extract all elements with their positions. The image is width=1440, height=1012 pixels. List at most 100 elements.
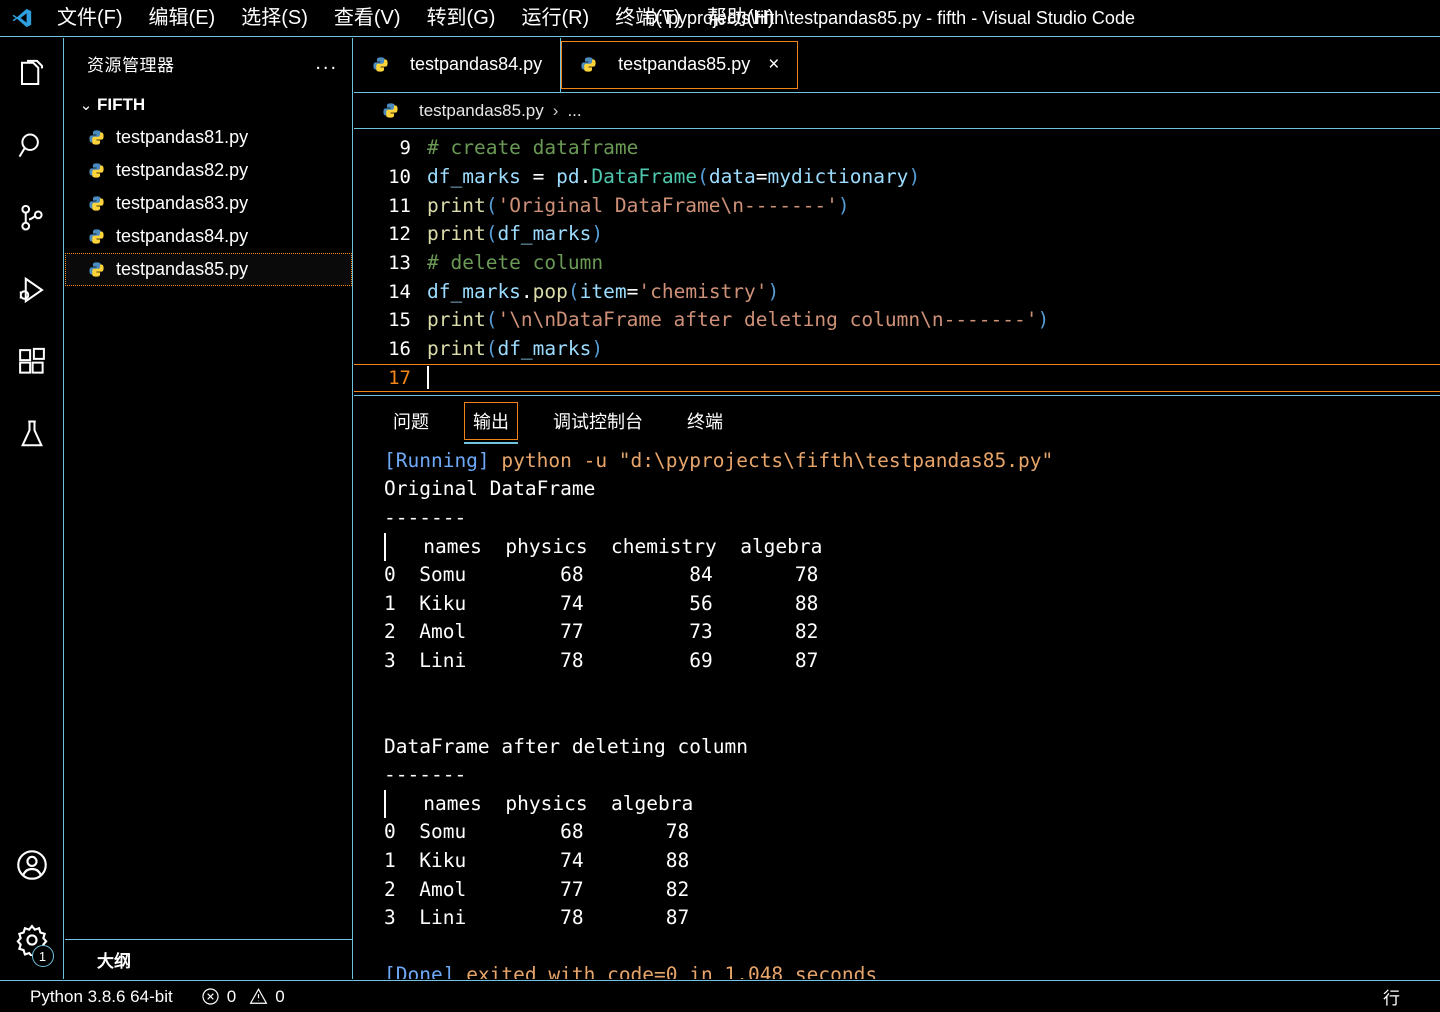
code-token: (: [485, 222, 498, 246]
code-token: ): [1037, 308, 1050, 332]
output-text: 1 Kiku 74 56 88: [384, 591, 819, 615]
menu-go[interactable]: 转到(G): [414, 2, 509, 34]
python-file-icon: [382, 102, 410, 120]
status-problems[interactable]: 0 0: [187, 987, 299, 1007]
code-line-12[interactable]: 12 print(df_marks): [354, 220, 1440, 249]
code-token: ): [837, 193, 850, 217]
file-item-testpandas85[interactable]: testpandas85.py: [65, 253, 352, 286]
line-text: df_marks.pop(item='chemistry'): [427, 278, 779, 307]
code-line-10[interactable]: 10 df_marks = pd.DataFrame(data=mydiction…: [354, 163, 1440, 192]
activity-testing-beaker-icon[interactable]: [0, 398, 64, 470]
panel-tab-debug-console[interactable]: 调试控制台: [544, 402, 652, 440]
code-token: ): [591, 222, 604, 246]
python-file-icon: [88, 129, 116, 147]
status-bar-left: Python 3.8.6 64-bit 0 0: [0, 987, 299, 1007]
vscode-logo-icon: [0, 7, 44, 29]
folder-root-fifth[interactable]: ⌄ FIFTH: [65, 88, 352, 121]
activity-extensions-icon[interactable]: [0, 326, 64, 398]
code-line-17[interactable]: 17: [354, 363, 1440, 393]
output-text: -------: [384, 505, 467, 529]
menu-bar[interactable]: 文件(F) 编辑(E) 选择(S) 查看(V) 转到(G) 运行(R) 终端(T…: [44, 2, 788, 34]
menu-terminal[interactable]: 终端(T): [602, 2, 694, 34]
panel-tab-output[interactable]: 输出: [464, 402, 518, 445]
code-token: (: [485, 193, 498, 217]
code-token: (: [567, 279, 580, 303]
menu-edit[interactable]: 编辑(E): [136, 2, 229, 34]
tab-label: testpandas85.py: [618, 54, 751, 75]
panel-tab-problems[interactable]: 问题: [384, 402, 438, 440]
code-line-9[interactable]: 9 # create dataframe: [354, 134, 1440, 163]
output-table2-row-0: 0 Somu 68 78: [384, 818, 1440, 847]
code-token: 'chemistry': [638, 279, 768, 303]
sidebar-title: 资源管理器: [87, 55, 175, 75]
text-cursor: [427, 365, 429, 389]
line-number: 16: [388, 337, 411, 360]
menu-file[interactable]: 文件(F): [44, 2, 136, 34]
output-view[interactable]: [Running] python -u "d:\pyprojects\fifth…: [354, 447, 1440, 979]
chevron-right-icon: ›: [83, 951, 89, 968]
title-bar: 文件(F) 编辑(E) 选择(S) 查看(V) 转到(G) 运行(R) 终端(T…: [0, 0, 1440, 37]
status-line-label[interactable]: 行: [1369, 984, 1414, 1009]
file-item-testpandas82[interactable]: testpandas82.py: [65, 154, 352, 187]
menu-view[interactable]: 查看(V): [321, 2, 414, 34]
file-item-testpandas84[interactable]: testpandas84.py: [65, 220, 352, 253]
output-done-line: [Done] exited with code=0 in 1.048 secon…: [384, 961, 1440, 979]
activity-explorer-icon[interactable]: [0, 38, 64, 110]
activity-account-icon[interactable]: [0, 829, 64, 901]
output-text: 3 Lini 78 69 87: [384, 648, 819, 672]
menu-help[interactable]: 帮助(H): [694, 2, 788, 34]
more-actions-icon[interactable]: ...: [315, 53, 338, 73]
editor-group: testpandas84.py testpandas85.py × testpa…: [354, 38, 1440, 979]
code-token: # delete column: [427, 250, 604, 274]
tab-testpandas84[interactable]: testpandas84.py: [354, 38, 562, 92]
code-token: =: [626, 279, 639, 303]
code-line-15[interactable]: 15 print('\n\nDataFrame after deleting co…: [354, 306, 1440, 335]
output-text: 2 Amol 77 82: [384, 877, 690, 901]
output-table2-row-3: 3 Lini 78 87: [384, 904, 1440, 933]
code-token: print: [427, 308, 486, 332]
code-token: pop: [532, 279, 568, 303]
line-number: 14: [388, 280, 411, 303]
tab-bar[interactable]: testpandas84.py testpandas85.py ×: [354, 38, 1440, 93]
panel-tab-bar[interactable]: 问题 输出 调试控制台 终端: [354, 396, 1440, 447]
breadcrumb-file[interactable]: testpandas85.py: [419, 101, 544, 121]
file-item-testpandas83[interactable]: testpandas83.py: [65, 187, 352, 220]
panel-tab-terminal[interactable]: 终端: [678, 402, 732, 440]
code-token: print: [427, 336, 486, 360]
line-number: 13: [388, 251, 411, 274]
breadcrumb-trailing[interactable]: ...: [567, 101, 581, 121]
folder-root-label: FIFTH: [97, 94, 146, 114]
code-token: pd: [556, 164, 580, 188]
status-python-version[interactable]: Python 3.8.6 64-bit: [16, 987, 187, 1007]
output-text: Original DataFrame: [384, 477, 596, 501]
file-item-label: testpandas85.py: [116, 259, 249, 279]
code-token: DataFrame: [591, 164, 698, 188]
output-blank-1: [384, 675, 1440, 704]
explorer-tree[interactable]: ⌄ FIFTH testpandas81.py testpandas82.py …: [65, 88, 352, 939]
file-item-testpandas81[interactable]: testpandas81.py: [65, 121, 352, 154]
sidebar-header: 资源管理器 ...: [65, 38, 352, 88]
tab-close-icon[interactable]: ×: [768, 54, 779, 76]
activity-source-control-icon[interactable]: [0, 182, 64, 254]
tab-testpandas85[interactable]: testpandas85.py ×: [561, 41, 799, 89]
code-line-13[interactable]: 13 # delete column: [354, 249, 1440, 278]
code-token: print: [427, 193, 486, 217]
activity-gear-icon[interactable]: 1: [0, 901, 64, 979]
activity-search-icon[interactable]: [0, 110, 64, 182]
breadcrumb[interactable]: testpandas85.py › ...: [354, 93, 1440, 130]
activity-run-debug-icon[interactable]: [0, 254, 64, 326]
file-item-label: testpandas84.py: [116, 226, 249, 246]
code-line-16[interactable]: 16 print(df_marks): [354, 335, 1440, 364]
bottom-panel: 问题 输出 调试控制台 终端 [Running] python -u "d:\p…: [354, 396, 1440, 979]
activity-bar[interactable]: 1: [0, 38, 64, 979]
code-token: .: [520, 279, 533, 303]
line-number: 10: [388, 165, 411, 188]
code-line-11[interactable]: 11 print('Original DataFrame\n-------'): [354, 192, 1440, 221]
outline-section[interactable]: › 大纲: [65, 939, 352, 979]
code-editor[interactable]: 9 # create dataframe 10 df_marks = pd.DataF…: [354, 129, 1440, 396]
menu-run[interactable]: 运行(R): [508, 2, 602, 34]
output-text: 3 Lini 78 87: [384, 906, 690, 930]
code-line-14[interactable]: 14 df_marks.pop(item='chemistry'): [354, 278, 1440, 307]
menu-selection[interactable]: 选择(S): [228, 2, 321, 34]
